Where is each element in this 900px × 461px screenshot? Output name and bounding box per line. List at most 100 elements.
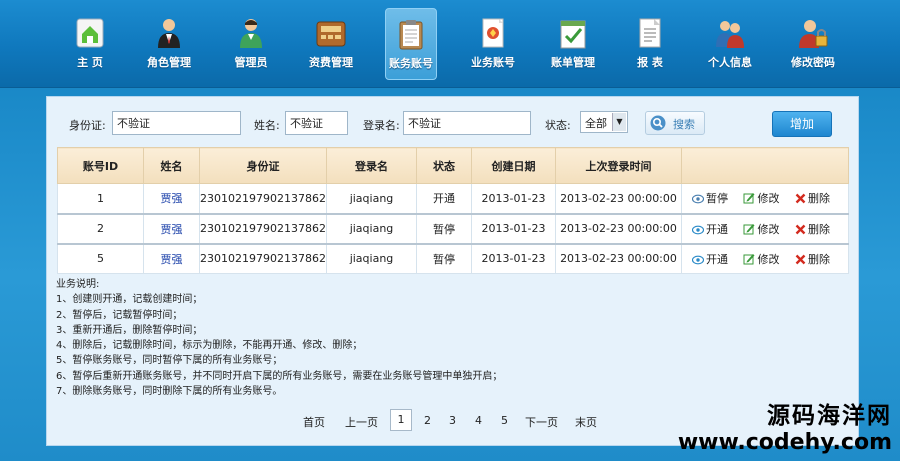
watermark-url: www.codehy.com [677,430,892,455]
activate-button[interactable]: 开通 [691,221,728,237]
activate-button[interactable]: 开通 [691,251,728,267]
col-header-status[interactable]: 状态 [415,147,472,184]
nav-item-personal-info[interactable]: 个人信息 [698,8,762,80]
service-icon [482,18,504,48]
top-navigation: 主 页 角色管理 管理员 资费管理 账务账号 业务账号 账单管理 报 表 个人信… [0,0,900,88]
delete-label: 删除 [807,222,830,236]
status-selected-value: 全部 [585,117,607,130]
cell-operations: 暂停 修改 删除 [680,183,850,214]
nav-item-fee-management[interactable]: 资费管理 [299,8,363,80]
nav-item-report[interactable]: 报 表 [618,8,682,80]
col-header-account-id[interactable]: 账号ID [57,147,144,184]
account-table: 账号ID 姓名 身份证 登录名 状态 创建日期 上次登录时间 1 贾强 2301… [57,147,850,274]
edit-icon [743,253,755,265]
idcard-label: 身份证: [69,119,106,132]
table-row: 2 贾强 230102197902137862 jiaqiang 暂停 2013… [57,212,850,244]
page-5[interactable]: 5 [501,414,508,427]
cell-login: jiaqiang [325,183,417,214]
report-icon [639,18,661,48]
fee-icon [316,21,346,47]
edit-label: 修改 [757,192,780,206]
search-button-label: 搜索 [673,118,695,131]
login-input[interactable] [403,111,531,135]
page-last[interactable]: 末页 [575,414,597,430]
edit-icon [743,193,755,204]
delete-button[interactable]: 删除 [795,251,830,267]
search-button[interactable]: 搜索 [645,111,705,135]
watermark: 源码海洋网 www.codehy.com [678,396,892,455]
main-panel: 身份证: 姓名: 登录名: 状态: 全部 ▼ 搜索 增加 账号ID 姓名 身份证 [46,96,859,446]
page-first[interactable]: 首页 [303,414,325,430]
add-button[interactable]: 增加 [772,111,832,137]
edit-button[interactable]: 修改 [743,251,779,267]
name-link[interactable]: 贾强 [161,223,183,236]
nav-label: 账单管理 [551,56,595,69]
page-1[interactable]: 1 [390,409,412,431]
status-select[interactable]: 全部 ▼ [580,111,628,133]
user-info-icon [716,21,744,48]
col-header-idcard[interactable]: 身份证 [199,147,327,184]
notes-line: 4、删除后，记载删除时间，标示为删除，不能再开通、修改、删除； [56,340,363,352]
eye-icon [691,225,705,234]
status-label: 状态: [545,119,571,132]
eye-icon [691,194,705,204]
nav-label: 个人信息 [708,56,752,69]
page-next[interactable]: 下一页 [525,414,558,430]
cell-operations: 开通 修改 删除 [680,212,850,244]
cell-name: 贾强 [143,183,200,214]
nav-label: 业务账号 [471,56,515,69]
notes-line: 5、暂停账务账号，同时暂停下属的所有业务账号； [56,355,283,367]
delete-label: 删除 [807,252,830,266]
nav-item-role-management[interactable]: 角色管理 [137,8,201,80]
col-header-created[interactable]: 创建日期 [470,147,556,184]
cell-idcard: 230102197902137862 [199,242,327,274]
pause-label: 暂停 [705,192,728,206]
nav-item-home[interactable]: 主 页 [58,8,122,80]
table-header-row: 账号ID 姓名 身份证 登录名 状态 创建日期 上次登录时间 [57,147,850,184]
cell-login: jiaqiang [325,242,417,274]
page-prev[interactable]: 上一页 [345,414,378,430]
cell-idcard: 230102197902137862 [199,212,327,244]
nav-item-change-password[interactable]: 修改密码 [781,8,845,80]
nav-item-bill-management[interactable]: 账单管理 [541,8,605,80]
nav-label: 账务账号 [389,57,433,70]
pause-button[interactable]: 暂停 [691,190,728,206]
col-header-operations [680,147,850,184]
cell-login: jiaqiang [325,212,417,244]
nav-label: 主 页 [77,56,103,69]
delete-button[interactable]: 删除 [795,190,830,206]
cell-status: 暂停 [415,242,472,274]
name-link[interactable]: 贾强 [161,253,183,266]
edit-button[interactable]: 修改 [743,221,779,237]
idcard-input[interactable] [112,111,241,135]
page-3[interactable]: 3 [449,414,456,427]
edit-icon [743,223,755,234]
name-input[interactable] [285,111,348,135]
cell-account-id: 5 [57,242,144,274]
col-header-last-login[interactable]: 上次登录时间 [554,147,682,184]
nav-item-admin[interactable]: 管理员 [219,8,283,80]
notes-line: 1、创建则开通，记载创建时间； [56,294,203,306]
admin-icon [240,19,262,48]
page-4[interactable]: 4 [475,414,482,427]
home-icon [76,18,104,48]
role-icon [158,19,180,48]
login-label: 登录名: [363,119,400,132]
nav-item-accounting-account[interactable]: 账务账号 [385,8,437,80]
bill-icon [560,20,586,49]
col-header-login[interactable]: 登录名 [325,147,417,184]
delete-button[interactable]: 删除 [795,221,830,237]
delete-label: 删除 [807,192,830,206]
edit-button[interactable]: 修改 [743,190,779,206]
table-row: 5 贾强 230102197902137862 jiaqiang 暂停 2013… [57,242,850,274]
edit-label: 修改 [757,222,780,236]
nav-label: 管理员 [234,56,268,69]
name-link[interactable]: 贾强 [161,192,183,205]
nav-item-service-account[interactable]: 业务账号 [461,8,525,80]
notes-line: 6、暂停后重新开通账务账号，并不同时开启下属的所有业务账号，需要在业务账号管理中… [56,370,503,382]
cell-name: 贾强 [143,212,200,244]
page-2[interactable]: 2 [424,414,431,427]
cell-idcard: 230102197902137862 [199,183,327,214]
col-header-name[interactable]: 姓名 [143,147,200,184]
watermark-title: 源码海洋网 [767,403,892,429]
